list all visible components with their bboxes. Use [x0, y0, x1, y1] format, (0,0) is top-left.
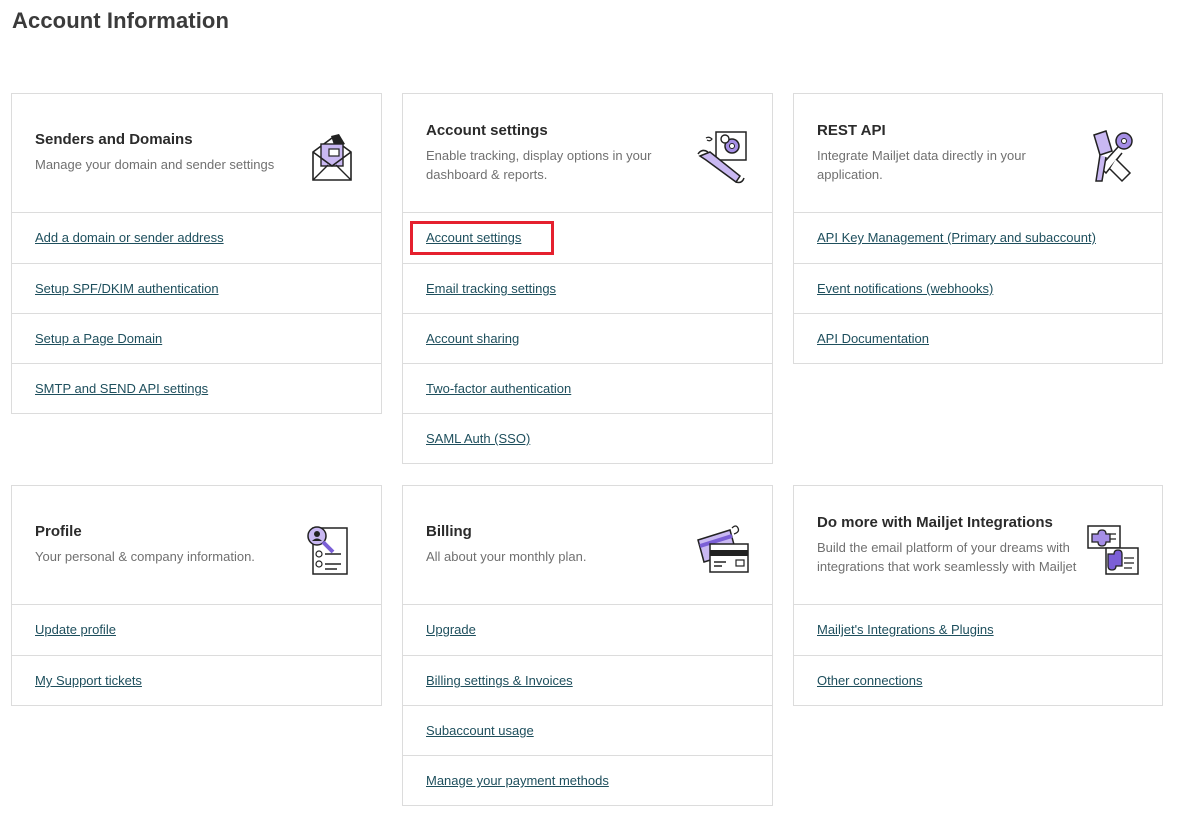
setup-page-domain-link[interactable]: Setup a Page Domain — [35, 331, 162, 346]
card-header: Profile Your personal & company informat… — [12, 486, 381, 605]
link-row: SMTP and SEND API settings — [12, 363, 381, 413]
link-row: Event notifications (webhooks) — [794, 263, 1162, 313]
link-row: API Key Management (Primary and subaccou… — [794, 213, 1162, 263]
saml-auth-link[interactable]: SAML Auth (SSO) — [426, 431, 530, 446]
card-title: Billing — [426, 523, 472, 540]
puzzle-cards-icon — [1086, 524, 1140, 578]
link-row: Billing settings & Invoices — [403, 655, 772, 705]
card-header: REST API Integrate Mailjet data directly… — [794, 94, 1162, 213]
link-row: Add a domain or sender address — [12, 213, 381, 263]
smtp-send-api-link[interactable]: SMTP and SEND API settings — [35, 381, 208, 396]
link-row: Update profile — [12, 605, 381, 655]
card-description: Manage your domain and sender settings — [35, 157, 275, 172]
rest-api-card: REST API Integrate Mailjet data directly… — [793, 93, 1163, 364]
card-title: Senders and Domains — [35, 131, 193, 148]
link-row: Email tracking settings — [403, 263, 772, 313]
api-key-management-link[interactable]: API Key Management (Primary and subaccou… — [817, 230, 1096, 245]
billing-settings-invoices-link[interactable]: Billing settings & Invoices — [426, 673, 573, 688]
link-row: Two-factor authentication — [403, 363, 772, 413]
profile-card: Profile Your personal & company informat… — [11, 485, 382, 706]
link-row: Other connections — [794, 655, 1162, 705]
api-documentation-link[interactable]: API Documentation — [817, 331, 929, 346]
support-tickets-link[interactable]: My Support tickets — [35, 673, 142, 688]
setup-spf-dkim-link[interactable]: Setup SPF/DKIM authentication — [35, 281, 219, 296]
integrations-card: Do more with Mailjet Integrations Build … — [793, 485, 1163, 706]
account-settings-card: Account settings Enable tracking, displa… — [402, 93, 773, 464]
profile-magnifier-icon — [305, 522, 359, 576]
card-header: Account settings Enable tracking, displa… — [403, 94, 772, 213]
card-description: Your personal & company information. — [35, 549, 255, 564]
link-row: Upgrade — [403, 605, 772, 655]
card-description: Enable tracking, display options in your… — [426, 148, 652, 182]
link-row: Subaccount usage — [403, 705, 772, 755]
link-row: Setup SPF/DKIM authentication — [12, 263, 381, 313]
credit-cards-icon — [696, 524, 750, 578]
link-row: My Support tickets — [12, 655, 381, 705]
add-domain-link[interactable]: Add a domain or sender address — [35, 230, 224, 245]
other-connections-link[interactable]: Other connections — [817, 673, 923, 688]
card-description: Build the email platform of your dreams … — [817, 540, 1077, 574]
integrations-plugins-link[interactable]: Mailjet's Integrations & Plugins — [817, 622, 994, 637]
card-title: Do more with Mailjet Integrations — [817, 514, 1053, 531]
link-row: Account settings — [403, 213, 772, 263]
upgrade-link[interactable]: Upgrade — [426, 622, 476, 637]
account-sharing-link[interactable]: Account sharing — [426, 331, 519, 346]
card-header: Senders and Domains Manage your domain a… — [12, 94, 381, 213]
card-description: Integrate Mailjet data directly in your … — [817, 148, 1026, 182]
card-header: Billing All about your monthly plan. — [403, 486, 772, 605]
card-title: Profile — [35, 523, 82, 540]
link-row: API Documentation — [794, 313, 1162, 363]
link-row: Mailjet's Integrations & Plugins — [794, 605, 1162, 655]
subaccount-usage-link[interactable]: Subaccount usage — [426, 723, 534, 738]
card-header: Do more with Mailjet Integrations Build … — [794, 486, 1162, 605]
page-title: Account Information — [12, 8, 230, 33]
email-tracking-settings-link[interactable]: Email tracking settings — [426, 281, 556, 296]
keys-icon — [1086, 129, 1140, 183]
link-row: Manage your payment methods — [403, 755, 772, 805]
senders-domains-card: Senders and Domains Manage your domain a… — [11, 93, 382, 414]
card-title: Account settings — [426, 122, 548, 139]
event-notifications-link[interactable]: Event notifications (webhooks) — [817, 281, 993, 296]
card-description: All about your monthly plan. — [426, 549, 587, 564]
envelope-letter-icon — [305, 132, 359, 186]
billing-card: Billing All about your monthly plan. Upg… — [402, 485, 773, 806]
link-row: Setup a Page Domain — [12, 313, 381, 363]
link-row: SAML Auth (SSO) — [403, 413, 772, 463]
payment-methods-link[interactable]: Manage your payment methods — [426, 773, 609, 788]
card-title: REST API — [817, 122, 886, 139]
account-settings-link[interactable]: Account settings — [426, 230, 521, 245]
two-factor-auth-link[interactable]: Two-factor authentication — [426, 381, 571, 396]
wrench-gear-icon — [696, 130, 750, 184]
update-profile-link[interactable]: Update profile — [35, 622, 116, 637]
link-row: Account sharing — [403, 313, 772, 363]
